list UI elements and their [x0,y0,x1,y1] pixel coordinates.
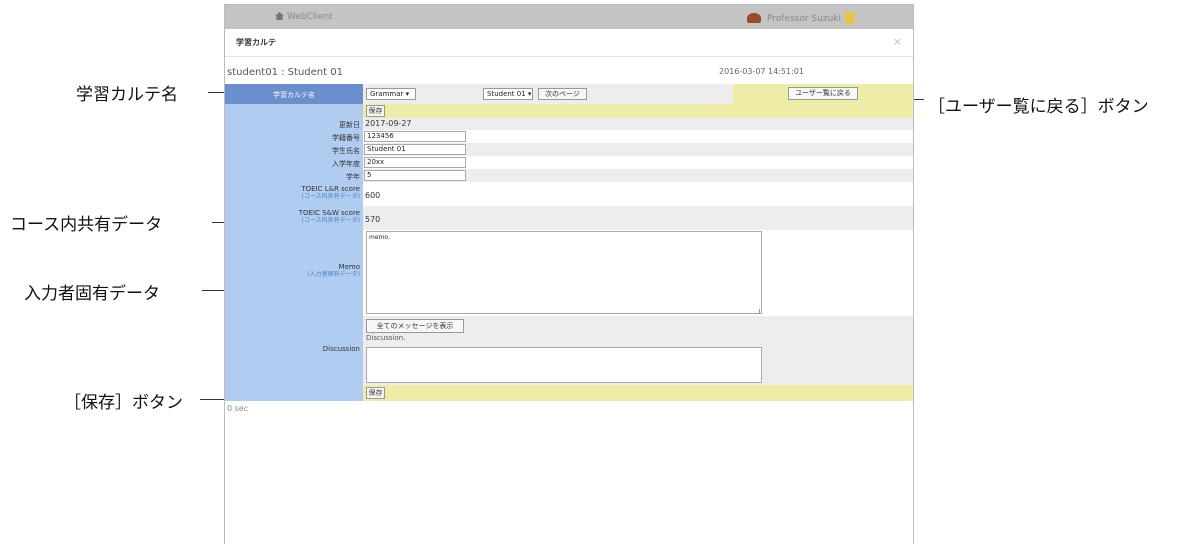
grade-label: 学年 [225,169,363,182]
toeic-lr-label: TOEIC L&R score (コース内共有データ) [225,182,363,206]
discussion-text: Discussion. [366,334,406,342]
student-no-row: 学籍番号 123456 [225,130,913,143]
record-line: student01 : Student 01 2016-03-07 14:51:… [225,57,913,84]
toeic-sw-value: 570 [363,206,913,230]
label-spacer [225,104,363,118]
save-row-top: 保存 [225,104,913,118]
toeic-sw-label: TOEIC S&W score (コース内共有データ) [225,206,363,230]
updated-row: 更新日 2017-09-27 [225,118,913,130]
callout-karte-name: 学習カルテ名 [76,85,178,105]
toeic-lr-sublabel: (コース内共有データ) [301,193,360,200]
back-to-users-button[interactable]: ユーザー覧に戻る [788,87,858,100]
updated-value: 2017-09-27 [363,118,913,130]
karte-select[interactable]: Grammar ▾ [366,88,416,100]
grade-row: 学年 5 [225,169,913,182]
home-icon [275,12,284,20]
user-badge-icon [845,12,855,24]
brand[interactable]: WebClient [275,12,333,22]
grade-input[interactable]: 5 [364,170,466,181]
app-name: WebClient [287,12,333,22]
discussion-cell: 全てのメッセージを表示 Discussion. [363,316,913,385]
student-name-row: 学生氏名 Student 01 [225,143,913,156]
enroll-year-row: 入学年度 20xx [225,156,913,169]
user-menu[interactable]: Professor Suzuki [747,12,855,24]
footer-text: 0 sec [227,404,249,413]
updated-label: 更新日 [225,118,363,130]
toeic-lr-title: TOEIC L&R score [301,185,360,193]
student-no-input[interactable]: 123456 [364,131,466,142]
record-name: student01 : Student 01 [227,67,343,78]
save-bar-top: 保存 [363,104,913,118]
user-name: Professor Suzuki [767,14,841,24]
student-name-label: 学生氏名 [225,143,363,156]
callout-user-specific: 入力者固有データ [24,284,160,304]
label-spacer-bottom [225,385,363,401]
enroll-year-cell: 20xx [363,156,913,169]
dialog-header: 学習カルテ × [225,29,913,57]
save-row-bottom: 保存 [225,385,913,401]
back-button-area: ユーザー覧に戻る [733,84,913,104]
student-no-label: 学籍番号 [225,130,363,143]
discussion-textarea[interactable] [366,347,762,383]
next-page-button[interactable]: 次のページ [538,88,587,100]
toeic-lr-row: TOEIC L&R score (コース内共有データ) 600 [225,182,913,206]
student-name-cell: Student 01 [363,143,913,156]
callout-back-button: ［ユーザー覧に戻る］ボタン [928,97,1149,117]
header-row: 学習カルテ名 Grammar ▾ Student 01 ▾ 次のページ ユーザー… [225,84,913,104]
discussion-row: Discussion 全てのメッセージを表示 Discussion. [225,316,913,385]
toeic-sw-row: TOEIC S&W score (コース内共有データ) 570 [225,206,913,230]
top-bar: WebClient Professor Suzuki [225,5,913,29]
grade-cell: 5 [363,169,913,182]
karte-name-label: 学習カルテ名 [225,84,363,104]
student-select[interactable]: Student 01 ▾ [483,88,533,100]
student-name-input[interactable]: Student 01 [364,144,466,155]
enroll-year-input[interactable]: 20xx [364,157,466,168]
memo-title: Memo [338,263,360,271]
save-button-top[interactable]: 保存 [366,105,385,117]
toeic-sw-title: TOEIC S&W score [298,209,360,217]
record-datetime: 2016-03-07 14:51:01 [719,67,804,76]
memo-cell: memo. [363,230,913,316]
enroll-year-label: 入学年度 [225,156,363,169]
memo-row: Memo (入力者固有データ) memo. [225,230,913,316]
discussion-label: Discussion [225,316,363,385]
memo-sublabel: (入力者固有データ) [307,271,360,278]
save-button-bottom[interactable]: 保存 [366,387,385,399]
save-bar-bottom: 保存 [363,385,913,401]
student-no-cell: 123456 [363,130,913,143]
app-window: WebClient Professor Suzuki 学習カルテ × stude… [224,4,914,544]
show-all-messages-button[interactable]: 全てのメッセージを表示 [366,319,464,333]
toeic-sw-sublabel: (コース内共有データ) [301,217,360,224]
header-controls: Grammar ▾ Student 01 ▾ 次のページ ユーザー覧に戻る [363,84,913,104]
close-icon[interactable]: × [893,35,902,48]
toeic-lr-value: 600 [363,182,913,206]
callout-save-button: ［保存］ボタン [64,393,183,413]
memo-label: Memo (入力者固有データ) [225,230,363,316]
callout-course-shared: コース内共有データ [10,215,163,235]
resize-grip-icon[interactable] [755,309,760,314]
dialog-title: 学習カルテ [236,38,276,47]
memo-textarea[interactable]: memo. [366,231,762,314]
avatar-icon [747,13,761,23]
